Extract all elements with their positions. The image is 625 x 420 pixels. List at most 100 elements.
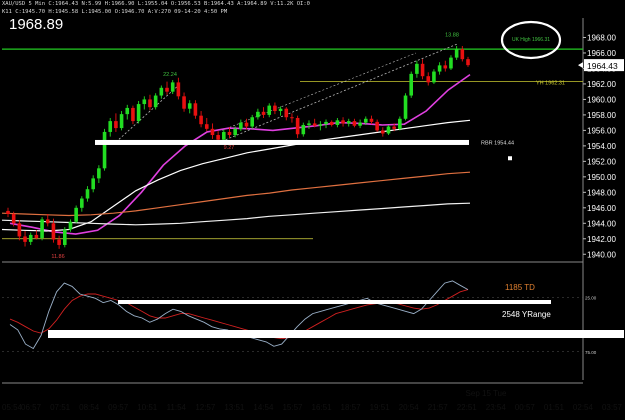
x-tick-label: 11:54 (167, 403, 187, 412)
candle-body (278, 108, 283, 112)
x-tick-label: 16:51 (312, 403, 333, 412)
moving-average-line (1, 171, 471, 217)
candle-body (97, 168, 101, 179)
candle-body (409, 73, 414, 96)
candle-body (341, 120, 345, 124)
y-tick-label: 1944.00 (587, 219, 616, 228)
td-label: 1185 TD (505, 283, 535, 292)
candle-body (131, 107, 135, 122)
x-tick-label: 18:57 (341, 403, 362, 412)
candle-body (165, 87, 169, 92)
x-date-label: Sep 15 Tue (466, 389, 507, 398)
candle-body (142, 99, 147, 105)
candle-body (85, 189, 90, 199)
candle-body (187, 103, 192, 109)
candle-body (182, 96, 186, 109)
x-tick-label: 06:57 (21, 403, 42, 412)
x-tick-label: 15:57 (282, 403, 303, 412)
candle-body (386, 126, 391, 134)
annotation-label: 13.88 (445, 33, 459, 39)
x-tick-label: 19:51 (370, 403, 391, 412)
candle-body (51, 223, 56, 240)
candle-body (284, 108, 289, 118)
stochastic-side-value: 15. (610, 330, 623, 340)
candle-body (233, 128, 237, 136)
yrange-bar (48, 330, 624, 338)
candle-body (199, 115, 203, 125)
stoch-k-line (9, 280, 469, 350)
candle-body (466, 59, 470, 66)
candle-body (301, 124, 306, 135)
moving-average-line (1, 119, 471, 232)
y-tick-label: 1954.00 (587, 142, 616, 151)
candle-body (273, 105, 277, 112)
x-tick-label: 07:51 (50, 403, 71, 412)
candle-body (114, 121, 118, 129)
candle-body (148, 99, 152, 108)
y-tick-label: 1956.00 (587, 126, 616, 135)
candle-body (454, 49, 459, 58)
candle-body (403, 95, 408, 119)
candle-body (102, 131, 107, 169)
candle-body (415, 63, 419, 74)
candle-body (216, 135, 220, 140)
candle-body (392, 126, 396, 129)
x-tick-label: 20:54 (399, 403, 420, 412)
candle-body (256, 111, 260, 118)
candle-body (312, 123, 317, 126)
x-tick-label: 23:54 (486, 403, 507, 412)
x-tick-label: 02:54 (573, 403, 594, 412)
x-tick-label: 09:57 (108, 403, 129, 412)
candle-body (460, 49, 465, 60)
candle-body (11, 214, 16, 224)
y-tick-label: 1946.00 (587, 204, 616, 213)
candle-body (329, 121, 334, 125)
candle-body (358, 122, 362, 126)
stochastic-title: STO (589, 330, 607, 340)
uk-high-label: UK High 1966.31 (512, 37, 550, 43)
x-tick-label: 03:57 (602, 403, 623, 412)
candle-body (108, 121, 113, 132)
support-zone-bar (95, 139, 469, 145)
annotation-label: 22.24 (163, 72, 177, 78)
candle-body (239, 122, 243, 129)
x-tick-label: 13:51 (224, 403, 245, 412)
candle-body (318, 124, 323, 126)
y-tick-label: 1958.00 (587, 111, 616, 120)
candle-body (381, 130, 385, 134)
candle-body (68, 221, 73, 230)
candle-body (346, 121, 351, 124)
candle-body (369, 118, 374, 122)
candle-body (449, 57, 453, 69)
candle-body (17, 223, 22, 237)
x-tick-label: 05:54 (2, 403, 23, 412)
current-price-marker (578, 62, 583, 69)
chart-frame: XAU/USD 5 Min C:1964.43 N:5.99 H:1966.90… (0, 0, 625, 420)
candle-body (40, 219, 44, 238)
x-tick-label: 21:57 (428, 403, 449, 412)
y-tick-label: 1960.00 (587, 95, 616, 104)
candle-body (443, 65, 448, 69)
stoch-level-label: 25.00 (585, 295, 597, 300)
y-tick-label: 1940.00 (587, 250, 616, 259)
candle-body (261, 111, 266, 115)
candle-body (222, 131, 226, 140)
annotation-label: 11.86 (51, 254, 64, 260)
x-tick-label: 08:54 (79, 403, 100, 412)
candle-body (91, 178, 95, 190)
candle-body (153, 95, 158, 108)
y-tick-label: 1950.00 (587, 173, 616, 182)
moving-average-line (1, 202, 471, 226)
td-range-bar (118, 300, 551, 304)
x-tick-label: 22:51 (457, 403, 478, 412)
candle-body (352, 121, 357, 126)
candle-body (136, 104, 141, 122)
x-tick-label: 14:54 (253, 403, 274, 412)
candle-body (324, 121, 328, 125)
price-chart[interactable]: 1940.00 1942.00 1944.00 1946.00 1948.00 1950.… (0, 0, 625, 420)
x-tick-label: 10:51 (137, 403, 158, 412)
candle-body (80, 198, 84, 208)
candle-body (398, 118, 402, 129)
candle-body (28, 234, 33, 242)
candle-body (6, 210, 10, 214)
